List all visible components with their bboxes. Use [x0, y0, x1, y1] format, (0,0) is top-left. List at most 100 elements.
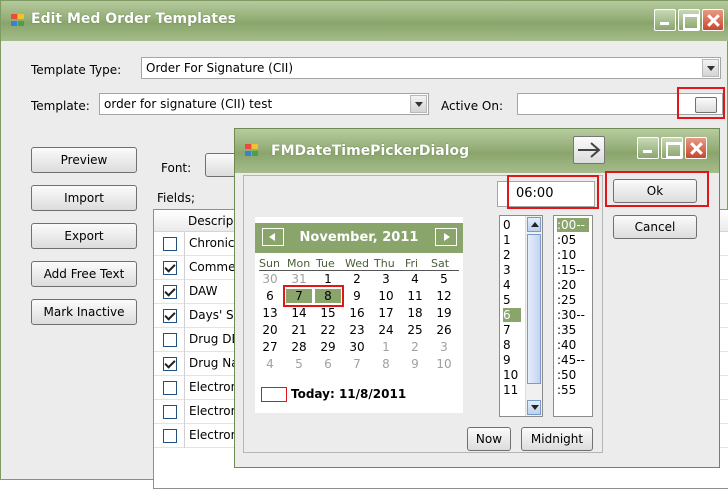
minimize-button[interactable] — [637, 137, 659, 159]
calendar-day[interactable]: 10 — [431, 357, 457, 371]
calendar-day[interactable]: 30 — [257, 272, 283, 286]
calendar-day[interactable]: 8 — [373, 357, 399, 371]
calendar-day[interactable]: 17 — [373, 306, 399, 320]
hour-item[interactable]: 11 — [503, 383, 518, 397]
hour-item[interactable]: 10 — [503, 368, 518, 382]
calendar-day[interactable]: 4 — [257, 357, 283, 371]
hour-item[interactable]: 0 — [503, 218, 511, 232]
row-checkbox[interactable] — [163, 357, 177, 371]
calendar-day[interactable]: 1 — [315, 272, 341, 286]
calendar-day[interactable]: 24 — [373, 323, 399, 337]
minimize-button[interactable] — [654, 9, 676, 31]
row-checkbox[interactable] — [163, 405, 177, 419]
minute-item[interactable]: :55 — [557, 383, 576, 397]
calendar-day[interactable]: 19 — [431, 306, 457, 320]
calendar-day[interactable]: 11 — [402, 289, 428, 303]
close-button[interactable] — [685, 137, 707, 159]
calendar-day[interactable]: 22 — [315, 323, 341, 337]
calendar-day[interactable]: 7 — [344, 357, 370, 371]
minute-list[interactable]: :00-- :05 :10 :15-- :20 :25 :30-- :35 :4… — [553, 215, 593, 417]
minute-item[interactable]: :10 — [557, 248, 576, 262]
cancel-button[interactable]: Cancel — [613, 215, 697, 239]
hour-item[interactable]: 7 — [503, 323, 511, 337]
row-checkbox[interactable] — [163, 333, 177, 347]
hour-list[interactable]: 0 1 2 3 4 5 6 7 8 9 10 11 — [499, 215, 543, 417]
row-checkbox[interactable] — [163, 381, 177, 395]
calendar-day[interactable]: 20 — [257, 323, 283, 337]
calendar-day[interactable]: 16 — [344, 306, 370, 320]
calendar-day[interactable]: 6 — [257, 289, 283, 303]
maximize-button[interactable] — [661, 137, 683, 159]
calendar-day[interactable]: 1 — [373, 340, 399, 354]
import-button[interactable]: Import — [31, 185, 137, 211]
chevron-down-icon[interactable] — [410, 95, 427, 113]
calendar-day[interactable]: 5 — [431, 272, 457, 286]
hour-item[interactable]: 2 — [503, 248, 511, 262]
minute-item[interactable]: :35 — [557, 323, 576, 337]
minute-item-selected[interactable]: :00-- — [557, 218, 589, 232]
hour-item[interactable]: 1 — [503, 233, 511, 247]
calendar-day[interactable]: 9 — [402, 357, 428, 371]
now-button[interactable]: Now — [467, 427, 511, 451]
next-month-button[interactable] — [435, 228, 457, 246]
scroll-down-icon[interactable] — [527, 400, 541, 415]
calendar-day[interactable]: 6 — [315, 357, 341, 371]
preview-button[interactable]: Preview — [31, 147, 137, 173]
export-button[interactable]: Export — [31, 223, 137, 249]
maximize-button[interactable] — [678, 9, 700, 31]
minute-item[interactable]: :40 — [557, 338, 576, 352]
calendar-day[interactable]: 21 — [286, 323, 312, 337]
calendar-day[interactable]: 30 — [344, 340, 370, 354]
template-type-dropdown[interactable]: Order For Signature (CII) — [141, 57, 721, 79]
calendar-day[interactable]: 9 — [344, 289, 370, 303]
calendar-day[interactable]: 3 — [431, 340, 457, 354]
calendar-day[interactable]: 23 — [344, 323, 370, 337]
hour-item[interactable]: 3 — [503, 263, 511, 277]
minute-item[interactable]: :45-- — [557, 353, 585, 367]
row-checkbox[interactable] — [163, 237, 177, 251]
calendar-day[interactable]: 15 — [315, 306, 341, 320]
chevron-down-icon[interactable] — [702, 59, 719, 77]
minute-item[interactable]: :20 — [557, 278, 576, 292]
hour-item[interactable]: 9 — [503, 353, 511, 367]
scroll-up-icon[interactable] — [527, 217, 541, 232]
calendar-day[interactable]: 12 — [431, 289, 457, 303]
row-checkbox[interactable] — [163, 261, 177, 275]
calendar-day[interactable]: 4 — [402, 272, 428, 286]
calendar-day[interactable]: 2 — [402, 340, 428, 354]
midnight-button[interactable]: Midnight — [521, 427, 593, 451]
close-button[interactable] — [702, 9, 724, 31]
calendar-day[interactable]: 13 — [257, 306, 283, 320]
hour-item-selected[interactable]: 6 — [503, 308, 521, 322]
calendar-day[interactable]: 10 — [373, 289, 399, 303]
add-free-text-button[interactable]: Add Free Text — [31, 261, 137, 287]
hour-item[interactable]: 4 — [503, 278, 511, 292]
calendar-day[interactable]: 26 — [431, 323, 457, 337]
hour-list-scrollbar[interactable] — [525, 216, 542, 416]
calendar-day[interactable]: 25 — [402, 323, 428, 337]
scroll-thumb[interactable] — [527, 234, 541, 384]
minute-item[interactable]: :30-- — [557, 308, 585, 322]
arrow-right-button[interactable] — [573, 136, 605, 164]
month-calendar[interactable]: November, 2011 Sun Mon Tue Wed Thu Fri S… — [255, 217, 463, 413]
calendar-day[interactable]: 29 — [315, 340, 341, 354]
minute-item[interactable]: :05 — [557, 233, 576, 247]
calendar-day[interactable]: 2 — [344, 272, 370, 286]
calendar-day[interactable]: 27 — [257, 340, 283, 354]
row-checkbox[interactable] — [163, 309, 177, 323]
calendar-day[interactable]: 14 — [286, 306, 312, 320]
minute-item[interactable]: :50 — [557, 368, 576, 382]
hour-item[interactable]: 8 — [503, 338, 511, 352]
column-header-description[interactable]: Descrip — [188, 214, 233, 228]
row-checkbox[interactable] — [163, 285, 177, 299]
template-dropdown[interactable]: order for signature (CII) test — [99, 93, 429, 115]
mark-inactive-button[interactable]: Mark Inactive — [31, 299, 137, 325]
dialog-titlebar[interactable]: FMDateTimePickerDialog — [235, 129, 719, 173]
minute-item[interactable]: :25 — [557, 293, 576, 307]
calendar-day[interactable]: 18 — [402, 306, 428, 320]
row-checkbox[interactable] — [163, 429, 177, 443]
minute-item[interactable]: :15-- — [557, 263, 585, 277]
hour-item[interactable]: 5 — [503, 293, 511, 307]
window-titlebar[interactable]: Edit Med Order Templates — [1, 1, 728, 41]
calendar-day[interactable]: 28 — [286, 340, 312, 354]
